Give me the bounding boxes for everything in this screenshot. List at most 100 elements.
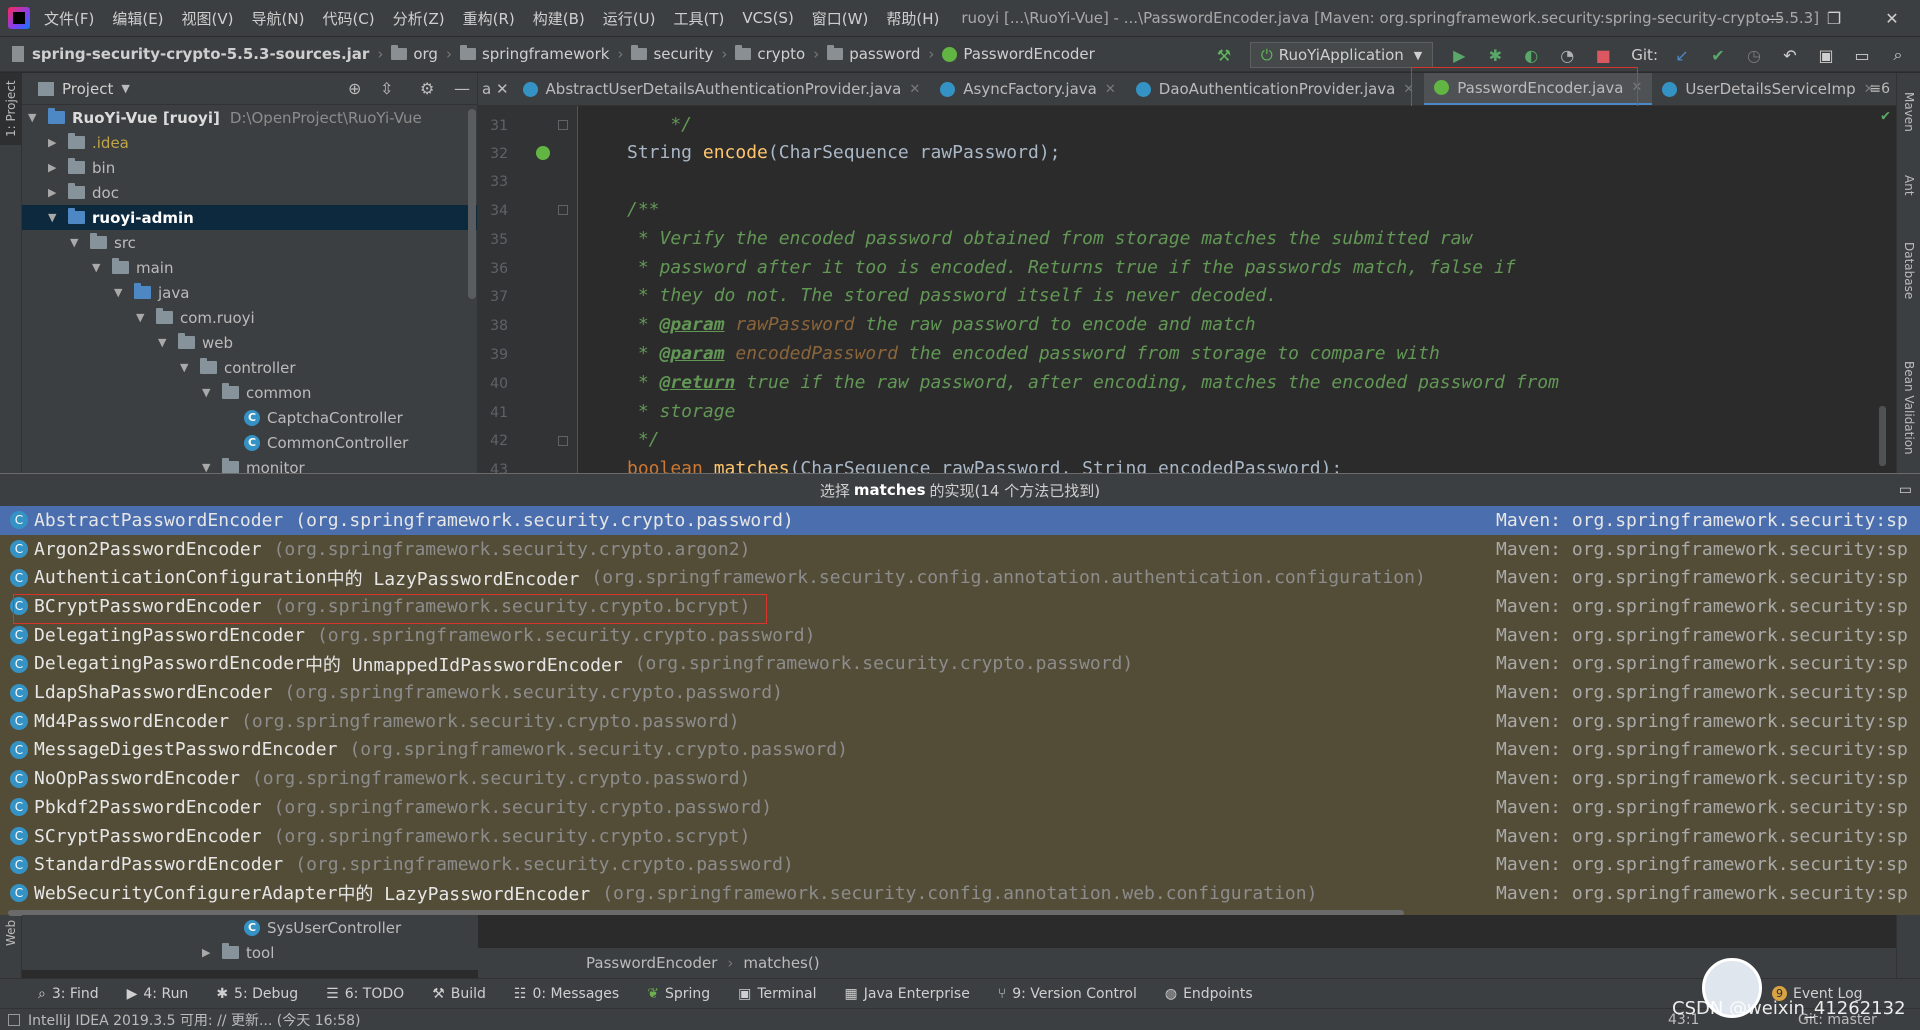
implementation-row[interactable]: C LdapShaPasswordEncoder (org.springframew… [0, 678, 1920, 707]
menu-edit[interactable]: 编辑(E) [112, 8, 163, 29]
git-update-icon[interactable]: ↙ [1668, 41, 1696, 69]
git-rollback-icon[interactable]: ↶ [1776, 41, 1804, 69]
implementation-row[interactable]: C Pbkdf2PasswordEncoder (org.springframewo… [0, 793, 1920, 822]
tool-messages[interactable]: ☷ 0: Messages [514, 986, 619, 1002]
code-editor[interactable]: */ String encode(CharSequence rawPasswor… [579, 106, 1896, 473]
editor-crumb-class[interactable]: PasswordEncoder [586, 954, 717, 972]
implementation-row[interactable]: C Argon2PasswordEncoder (org.springframewo… [0, 535, 1920, 564]
breadcrumb-security[interactable]: security [631, 45, 713, 63]
implementation-row[interactable]: C AbstractPasswordEncoder (org.springframe… [0, 506, 1920, 535]
run-configuration-select[interactable]: ⏻ RuoYiApplication ▼ [1249, 42, 1434, 68]
menu-navigate[interactable]: 导航(N) [252, 8, 305, 29]
editor-scrollbar[interactable] [1879, 406, 1886, 466]
tree-item-tool[interactable]: ▶ tool [22, 940, 478, 965]
profile-icon[interactable]: ◔ [1553, 41, 1581, 69]
restore-button[interactable]: ❐ [1806, 0, 1862, 36]
coverage-icon[interactable]: ◐ [1517, 41, 1545, 69]
tree-item-ruoyi-admin[interactable]: ▼ ruoyi-admin [22, 205, 477, 230]
breadcrumb-crypto[interactable]: crypto [735, 45, 805, 63]
close-tab-icon[interactable]: ✕ [1632, 80, 1643, 95]
breadcrumb-current[interactable]: PasswordEncoder [942, 45, 1095, 63]
hide-icon[interactable]: — [454, 79, 470, 98]
implementation-row[interactable]: C SCryptPasswordEncoder (org.springframewo… [0, 822, 1920, 851]
chevron-down-icon[interactable]: ▼ [121, 82, 129, 95]
git-commit-icon[interactable]: ✔ [1704, 41, 1732, 69]
git-history-icon[interactable]: ◷ [1740, 41, 1768, 69]
tree-item-bin[interactable]: ▶ bin [22, 155, 477, 180]
tree-item-src[interactable]: ▼ src [22, 230, 477, 255]
implementation-row[interactable]: C Md4PasswordEncoder (org.springframework.… [0, 707, 1920, 736]
fold-marker-icon[interactable] [558, 205, 568, 215]
menu-build[interactable]: 构建(B) [533, 8, 585, 29]
collapse-all-icon[interactable]: ⇳ [380, 79, 393, 98]
menu-help[interactable]: 帮助(H) [886, 8, 939, 29]
close-tab-icon[interactable]: ✕ [909, 82, 920, 97]
bean-validation-tool-tab[interactable]: Bean Validation [1897, 343, 1920, 473]
menu-code[interactable]: 代码(C) [322, 8, 374, 29]
menu-refactor[interactable]: 重构(R) [463, 8, 515, 29]
tree-item-monitor[interactable]: ▼ monitor [22, 455, 477, 473]
tree-item-main[interactable]: ▼ main [22, 255, 477, 280]
editor-crumb-method[interactable]: matches() [743, 954, 819, 972]
close-button[interactable]: ✕ [1864, 0, 1920, 36]
layout-icon[interactable]: ▭ [1848, 41, 1876, 69]
tool-version-control[interactable]: ⑂ 9: Version Control [998, 986, 1137, 1002]
tree-item-idea[interactable]: ▶ .idea [22, 130, 477, 155]
tool-debug[interactable]: ✱ 5: Debug [216, 986, 298, 1002]
gear-icon[interactable]: ⚙ [420, 79, 434, 98]
database-tool-tab[interactable]: Database [1897, 221, 1920, 321]
tool-run[interactable]: ▶ 4: Run [127, 986, 189, 1002]
breadcrumb-password[interactable]: password [827, 45, 920, 63]
implementation-row[interactable]: C DelegatingPasswordEncoder 中的 UnmappedId… [0, 650, 1920, 679]
hammer-icon[interactable]: ⚒ [1210, 41, 1238, 69]
menu-analyze[interactable]: 分析(Z) [393, 8, 445, 29]
menu-file[interactable]: 文件(F) [44, 8, 94, 29]
menu-view[interactable]: 视图(V) [182, 8, 234, 29]
tab-user-details-service-imp[interactable]: UserDetailsServiceImp ✕ [1652, 73, 1884, 105]
tree-item-captcha-controller[interactable]: C CaptchaController [22, 405, 477, 430]
tree-item-doc[interactable]: ▶ doc [22, 180, 477, 205]
web-tool-tab[interactable]: Web [0, 913, 22, 953]
tab-overflow-button[interactable]: ≡6 [1869, 81, 1890, 97]
ant-tool-tab[interactable]: Ant [1897, 165, 1920, 205]
implementation-row[interactable]: C AuthenticationConfiguration 中的 LazyPass… [0, 563, 1920, 592]
tree-item-sys-user-controller[interactable]: C SysUserController [22, 915, 478, 940]
inspection-ok-icon[interactable]: ✔ [1881, 106, 1890, 124]
tool-find[interactable]: ⌕ 3: Find [38, 986, 99, 1002]
tool-terminal[interactable]: ▣ Terminal [738, 986, 816, 1002]
implementation-row[interactable]: C NoOpPasswordEncoder (org.springframework… [0, 764, 1920, 793]
tab-password-encoder[interactable]: PasswordEncoder.java ✕ [1424, 73, 1653, 105]
menu-tools[interactable]: 工具(T) [673, 8, 724, 29]
implementation-row[interactable]: C BCryptPasswordEncoder (org.springframewo… [0, 592, 1920, 621]
implementation-row[interactable]: C MessageDigestPasswordEncoder (org.spring… [0, 736, 1920, 765]
tool-todo[interactable]: ☰ 6: TODO [326, 986, 404, 1002]
tool-java-enterprise[interactable]: ▦ Java Enterprise [845, 986, 970, 1002]
tab-async-factory[interactable]: AsyncFactory.java ✕ [930, 73, 1125, 105]
tree-item-java[interactable]: ▼ java [22, 280, 477, 305]
implemented-marker-icon[interactable] [536, 146, 550, 160]
tool-build[interactable]: ⚒ Build [432, 986, 486, 1002]
tool-endpoints[interactable]: ◍ Endpoints [1165, 986, 1253, 1002]
menu-window[interactable]: 窗口(W) [812, 8, 869, 29]
debug-icon[interactable]: ✱ [1481, 41, 1509, 69]
tree-item-com-ruoyi[interactable]: ▼ com.ruoyi [22, 305, 477, 330]
breadcrumb-springframework[interactable]: springframework [459, 45, 609, 63]
locate-icon[interactable]: ⊕ [348, 79, 361, 98]
minimize-button[interactable]: — [1746, 0, 1802, 36]
project-title[interactable]: Project [62, 80, 113, 98]
tree-item-common[interactable]: ▼ common [22, 380, 477, 405]
pin-popup-icon[interactable]: ▭ [1899, 482, 1912, 498]
tree-item-controller[interactable]: ▼ controller [22, 355, 477, 380]
fold-marker-icon[interactable] [558, 120, 568, 130]
tool-spring[interactable]: ❦ Spring [647, 986, 710, 1002]
tree-item-root[interactable]: ▼ RuoYi-Vue [ruoyi] D:\OpenProject\RuoYi… [22, 105, 477, 130]
close-tab-icon[interactable]: ✕ [1105, 82, 1116, 97]
breadcrumb-org[interactable]: org [391, 45, 438, 63]
menu-run[interactable]: 运行(U) [603, 8, 656, 29]
search-icon[interactable]: ⌕ [1884, 41, 1912, 69]
fold-marker-icon[interactable] [558, 436, 568, 446]
status-message[interactable]: IntelliJ IDEA 2019.3.5 可用: // 更新... (今天 … [28, 1010, 361, 1030]
toggle-tool-windows-icon[interactable] [8, 1013, 20, 1026]
implementation-row[interactable]: C DelegatingPasswordEncoder (org.springfra… [0, 621, 1920, 650]
stop-icon[interactable]: ■ [1589, 41, 1617, 69]
